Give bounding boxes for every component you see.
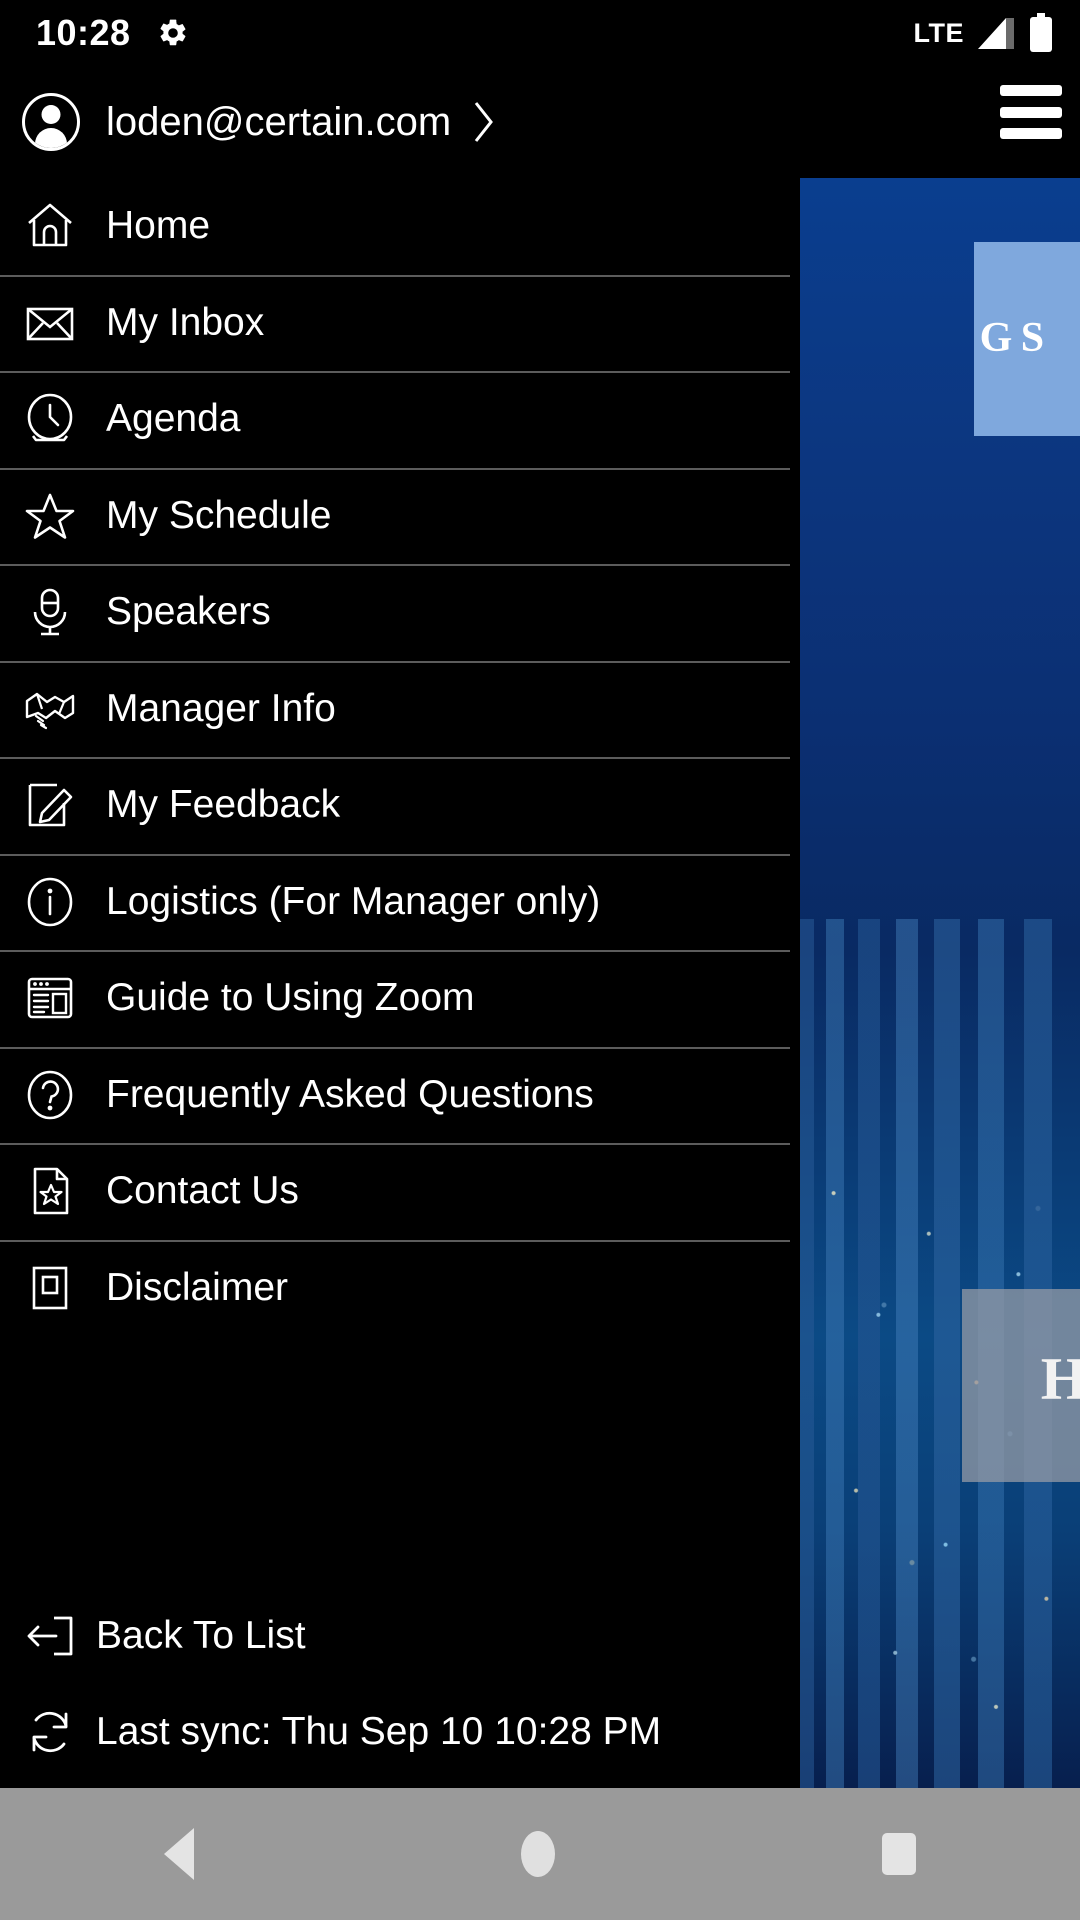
account-header[interactable]: loden@certain.com	[0, 66, 800, 178]
account-email-label: loden@certain.com	[106, 99, 452, 144]
sidebar-item-manager-info[interactable]: Manager Info	[0, 660, 800, 758]
sidebar-item-label: Guide to Using Zoom	[106, 976, 475, 1020]
sync-refresh-icon	[22, 1704, 78, 1760]
drawer-menu-list[interactable]: Home My Inbox Agenda My Schedule Speaker…	[0, 178, 800, 1590]
signal-bars-icon	[978, 18, 1014, 49]
sidebar-item-label: My Inbox	[106, 300, 265, 344]
sidebar-item-disclaimer[interactable]: Disclaimer	[0, 1239, 800, 1337]
status-bar-network-label: LTE	[913, 17, 964, 48]
background-card-letter: H	[1040, 1346, 1080, 1413]
back-to-list-button[interactable]: Back To List	[0, 1590, 800, 1682]
sidebar-item-label: My Schedule	[106, 493, 332, 537]
info-circle-icon	[22, 874, 78, 930]
gear-icon	[160, 19, 186, 46]
sidebar-item-home[interactable]: Home	[0, 178, 800, 275]
background-banner: G S	[973, 242, 1080, 436]
square-recents-icon[interactable]	[882, 1833, 917, 1875]
background-cityscape-photo: G S H	[800, 178, 1080, 1788]
hamburger-bar-1	[1000, 85, 1062, 96]
chevron-right-icon	[475, 102, 494, 142]
sidebar-item-contact-us[interactable]: Contact Us	[0, 1143, 800, 1240]
browser-layout-icon	[22, 970, 78, 1026]
background-banner-text: G S	[979, 315, 1045, 362]
last-sync-row[interactable]: Last sync: Thu Sep 10 10:28 PM	[0, 1682, 800, 1782]
sidebar-item-label: My Feedback	[106, 783, 341, 827]
sidebar-item-label: Contact Us	[106, 1169, 299, 1213]
clock-icon	[22, 391, 78, 447]
document-star-icon	[22, 1163, 78, 1219]
hamburger-bar-2	[1000, 106, 1062, 118]
sidebar-item-my-inbox[interactable]: My Inbox	[0, 274, 800, 372]
home-icon	[22, 198, 78, 254]
sidebar-item-label: Manager Info	[106, 686, 336, 730]
sidebar-item-my-feedback[interactable]: My Feedback	[0, 757, 800, 854]
phone-screen: G S H 10:28 LTE loden@certain.com Home M…	[0, 0, 1080, 1920]
sidebar-item-agenda[interactable]: Agenda	[0, 371, 800, 468]
hamburger-bar-3	[1000, 128, 1062, 139]
question-circle-icon	[22, 1067, 78, 1123]
handshake-icon	[22, 681, 78, 737]
envelope-icon	[22, 295, 78, 351]
microphone-icon	[22, 584, 78, 640]
android-nav-bar	[0, 1788, 1080, 1920]
triangle-back-icon[interactable]	[163, 1828, 194, 1880]
document-box-icon	[22, 1260, 78, 1316]
sidebar-item-guide-to-using-zoom[interactable]: Guide to Using Zoom	[0, 950, 800, 1047]
sidebar-item-logistics[interactable]: Logistics (For Manager only)	[0, 853, 800, 951]
edit-note-icon	[22, 777, 78, 833]
battery-icon	[1030, 13, 1052, 52]
back-to-list-label: Back To List	[96, 1614, 306, 1657]
sidebar-item-label: Speakers	[106, 590, 271, 634]
status-bar-right-cluster: LTE	[914, 13, 1055, 53]
sidebar-item-label: Disclaimer	[106, 1265, 289, 1309]
hamburger-menu-icon[interactable]	[1000, 85, 1062, 139]
exit-arrow-icon	[22, 1608, 78, 1664]
status-bar-time: 10:28	[36, 12, 131, 53]
status-bar: 10:28 LTE	[0, 0, 1080, 66]
sidebar-item-frequently-asked-questions[interactable]: Frequently Asked Questions	[0, 1046, 800, 1144]
navigation-drawer: loden@certain.com Home My Inbox Agenda M…	[0, 66, 800, 1788]
circle-home-icon[interactable]	[520, 1831, 555, 1877]
sidebar-item-label: Home	[106, 204, 211, 248]
sidebar-item-my-schedule[interactable]: My Schedule	[0, 467, 800, 565]
last-sync-label: Last sync: Thu Sep 10 10:28 PM	[96, 1710, 662, 1753]
drawer-footer: Back To List Last sync: Thu Sep 10 10:28…	[0, 1590, 800, 1788]
user-avatar-icon	[22, 93, 80, 151]
sidebar-item-label: Agenda	[106, 397, 241, 441]
sidebar-item-speakers[interactable]: Speakers	[0, 564, 800, 661]
star-icon	[22, 488, 78, 544]
sidebar-item-label: Frequently Asked Questions	[106, 1072, 594, 1116]
sidebar-item-label: Logistics (For Manager only)	[106, 879, 601, 923]
